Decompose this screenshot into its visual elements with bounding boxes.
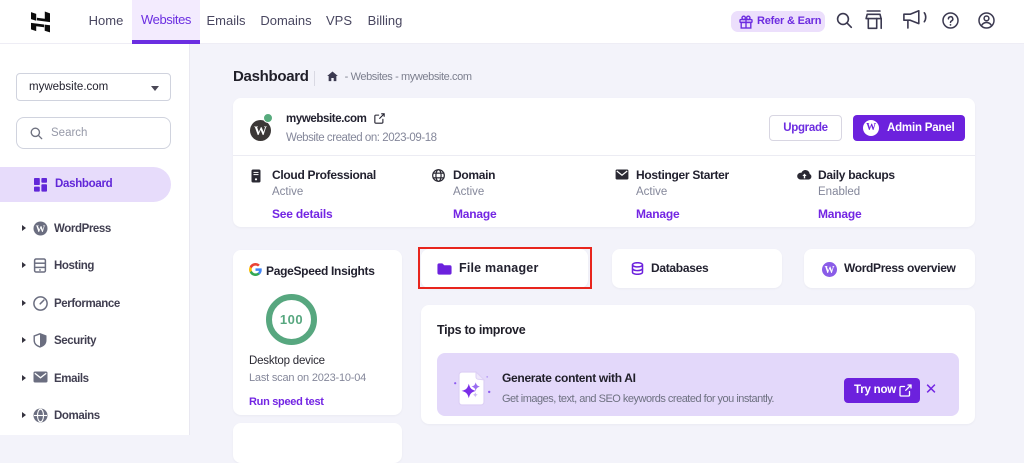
svg-text:W: W xyxy=(36,225,46,235)
svg-text:W: W xyxy=(825,265,835,276)
